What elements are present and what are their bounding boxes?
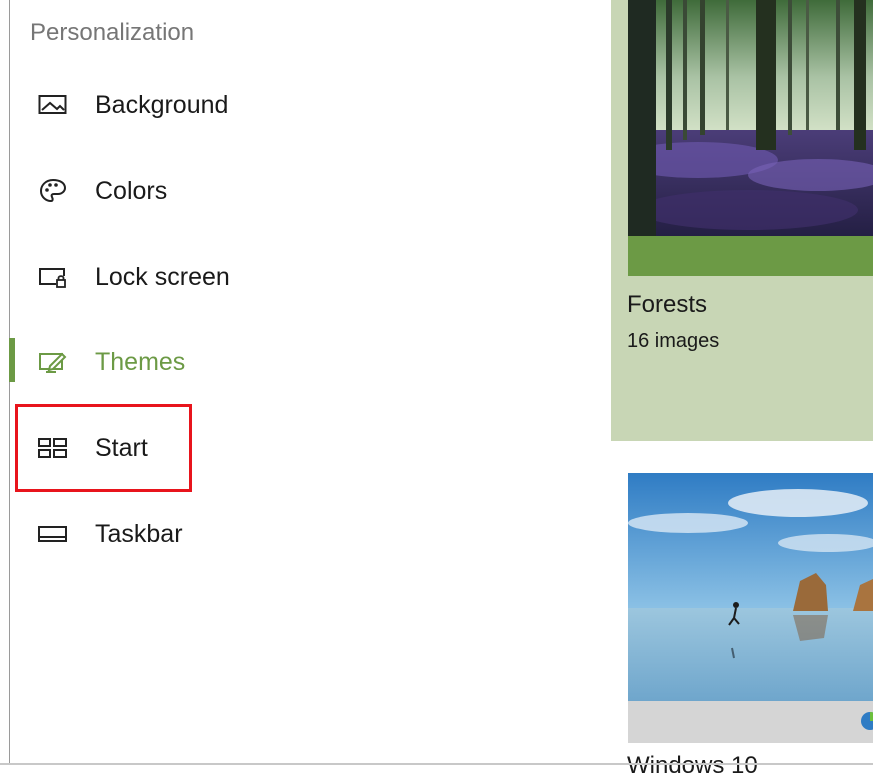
forest-theme-image: [628, 0, 873, 276]
picture-icon: [38, 92, 68, 118]
windows-logo-icon: [861, 712, 873, 730]
start-highlight-box: [15, 404, 192, 492]
nav-item-taskbar[interactable]: Taskbar: [10, 504, 310, 564]
nav-label-themes: Themes: [95, 347, 186, 376]
nav-item-colors[interactable]: Colors: [10, 161, 310, 221]
theme-name-windows-10: Windows 10: [627, 752, 758, 779]
lock-screen-icon: [38, 264, 68, 290]
windows-10-color-strip: [628, 701, 873, 743]
nav-label-colors: Colors: [95, 176, 168, 205]
nav-label-lock-screen: Lock screen: [95, 262, 230, 291]
windows-10-theme-image: [628, 473, 873, 701]
themes-icon: [38, 349, 68, 375]
nav-item-background[interactable]: Background: [10, 75, 310, 135]
nav-item-lock-screen[interactable]: Lock screen: [10, 247, 310, 307]
nav-label-background: Background: [95, 90, 229, 119]
nav-item-themes[interactable]: Themes: [10, 332, 310, 392]
section-title: Personalization: [30, 19, 195, 46]
nav-label-taskbar: Taskbar: [95, 519, 183, 548]
theme-name-forests: Forests: [627, 291, 708, 318]
theme-card-forests[interactable]: Forests 16 images: [611, 0, 873, 441]
taskbar-icon: [38, 521, 68, 547]
palette-icon: [38, 178, 68, 204]
theme-card-windows-10[interactable]: Windows 10: [611, 458, 873, 779]
theme-count-forests: 16 images: [627, 330, 720, 352]
